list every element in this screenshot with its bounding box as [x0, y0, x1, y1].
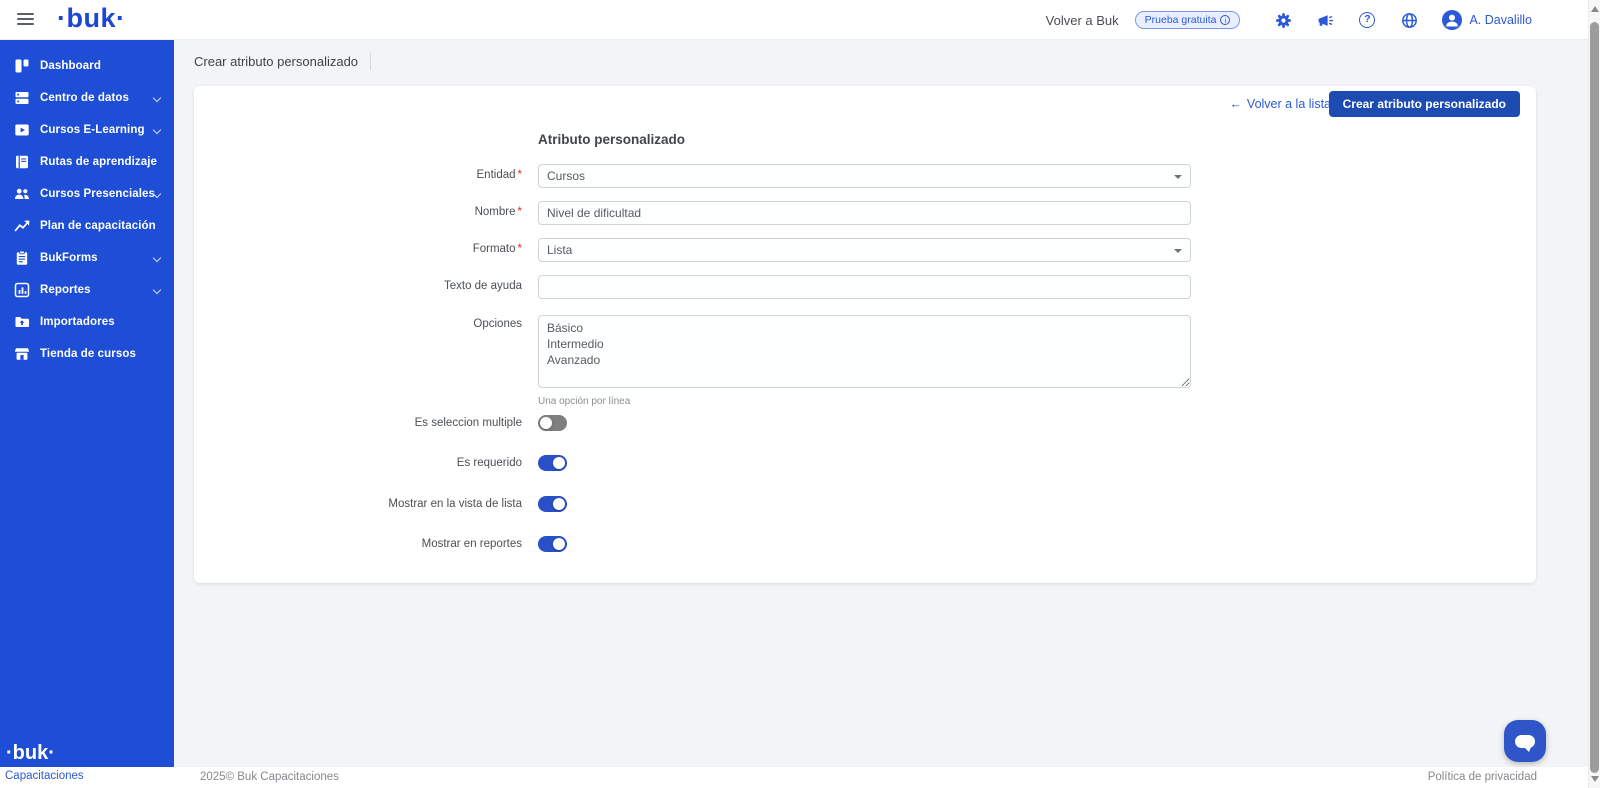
sidebar-item-reportes[interactable]: Reportes [0, 274, 174, 306]
volver-a-buk-link[interactable]: Volver a Buk [1046, 13, 1119, 28]
sidebar-item-importadores[interactable]: Importadores [0, 306, 174, 338]
form-title: Atributo personalizado [538, 132, 685, 147]
formato-select[interactable]: Lista [538, 238, 1191, 262]
chat-launcher-button[interactable] [1504, 720, 1546, 762]
opciones-helper-text: Una opción por línea [538, 396, 1191, 407]
es-requerido-toggle[interactable] [538, 455, 567, 471]
sidebar-item-cursos-elearning[interactable]: Cursos E-Learning [0, 114, 174, 146]
toggle-label: Es seleccion multiple [194, 415, 522, 431]
privacy-policy-link[interactable]: Política de privacidad [1428, 771, 1537, 783]
chevron-down-icon [153, 126, 161, 134]
people-icon [14, 186, 30, 202]
breadcrumb: Crear atributo personalizado [194, 53, 371, 70]
sidebar-item-dashboard[interactable]: Dashboard [0, 50, 174, 82]
dashboard-icon [14, 58, 30, 74]
mostrar-en-reportes-toggle[interactable] [538, 536, 567, 552]
menu-icon[interactable] [17, 13, 34, 26]
footer: Capacitaciones 2025© Buk Capacitaciones … [0, 767, 1600, 788]
settings-icon[interactable] [1262, 12, 1304, 29]
field-label: Nombre* [194, 201, 522, 218]
sidebar-item-bukforms[interactable]: BukForms [0, 242, 174, 274]
book-icon [14, 154, 30, 170]
chevron-down-icon [153, 286, 161, 294]
required-asterisk: * [518, 206, 522, 218]
bar-chart-icon [14, 282, 30, 298]
sidebar-item-tienda-de-cursos[interactable]: Tienda de cursos [0, 338, 174, 370]
required-asterisk: * [518, 169, 522, 181]
chevron-down-icon [153, 94, 161, 102]
breadcrumb-divider [370, 53, 371, 70]
scrollbar-thumb[interactable] [1590, 22, 1599, 773]
database-icon [14, 90, 30, 106]
folder-upload-icon [14, 314, 30, 330]
sidebar-item-plan-de-capacitacion[interactable]: Plan de capacitación [0, 210, 174, 242]
field-label: Texto de ayuda [194, 275, 522, 292]
form-card: ← Volver a la lista Crear atributo perso… [194, 86, 1536, 583]
top-header: ·buk· Volver a Buk Prueba gratuita i [0, 0, 1600, 40]
field-label: Entidad* [194, 164, 522, 181]
sidebar-brand-logo: ·buk· [6, 742, 55, 765]
scrollbar [1588, 0, 1600, 788]
scroll-down-arrow[interactable] [1591, 776, 1599, 782]
copyright-text: 2025© Buk Capacitaciones [200, 771, 339, 783]
vista-de-lista-toggle[interactable] [538, 496, 567, 512]
chat-bubble-icon [1515, 735, 1535, 748]
toggle-label: Es requerido [194, 455, 522, 471]
back-to-list-link[interactable]: ← Volver a la lista [1229, 97, 1331, 111]
caret-down-icon [1174, 175, 1182, 179]
toggle-knob [540, 417, 552, 429]
seleccion-multiple-toggle[interactable] [538, 415, 567, 431]
left-arrow-icon: ← [1229, 97, 1242, 111]
capacitaciones-link[interactable]: Capacitaciones [5, 770, 84, 782]
field-label: Opciones [194, 312, 522, 330]
main-content: Crear atributo personalizado ← Volver a … [174, 40, 1600, 767]
megaphone-icon[interactable] [1304, 12, 1346, 29]
sidebar: Dashboard Centro de datos Cursos E-Learn… [0, 40, 174, 767]
entidad-select[interactable]: Cursos [538, 164, 1191, 188]
create-attribute-button[interactable]: Crear atributo personalizado [1329, 91, 1520, 117]
header-actions: Volver a Buk Prueba gratuita i [1046, 0, 1532, 40]
required-asterisk: * [518, 243, 522, 255]
app-root: ·buk· Volver a Buk Prueba gratuita i [0, 0, 1600, 788]
user-name: A. Davalillo [1469, 13, 1532, 27]
field-label: Formato* [194, 238, 522, 255]
video-play-icon [14, 122, 30, 138]
help-icon[interactable]: ? [1346, 12, 1388, 28]
texto-de-ayuda-input[interactable] [538, 275, 1191, 299]
opciones-textarea[interactable]: Básico Intermedio Avanzado [538, 315, 1191, 388]
nombre-input[interactable] [538, 201, 1191, 225]
storefront-icon [14, 346, 30, 362]
toggle-knob [553, 457, 565, 469]
brand-logo[interactable]: ·buk· [57, 3, 125, 34]
info-icon: i [1220, 15, 1230, 25]
prueba-gratuita-badge[interactable]: Prueba gratuita i [1135, 11, 1241, 29]
sidebar-item-rutas-de-aprendizaje[interactable]: Rutas de aprendizaje [0, 146, 174, 178]
toggle-label: Mostrar en reportes [194, 536, 522, 552]
user-menu[interactable]: A. Davalillo [1442, 10, 1532, 30]
clipboard-icon [14, 250, 30, 266]
scroll-up-arrow[interactable] [1591, 6, 1599, 12]
sidebar-item-cursos-presenciales[interactable]: Cursos Presenciales [0, 178, 174, 210]
toggle-label: Mostrar en la vista de lista [194, 496, 522, 512]
sidebar-item-centro-de-datos[interactable]: Centro de datos [0, 82, 174, 114]
chart-line-icon [14, 218, 30, 234]
globe-icon[interactable] [1388, 12, 1430, 29]
toggle-knob [553, 498, 565, 510]
avatar-icon [1442, 10, 1462, 30]
caret-down-icon [1174, 249, 1182, 253]
toggle-knob [553, 538, 565, 550]
chevron-down-icon [153, 254, 161, 262]
